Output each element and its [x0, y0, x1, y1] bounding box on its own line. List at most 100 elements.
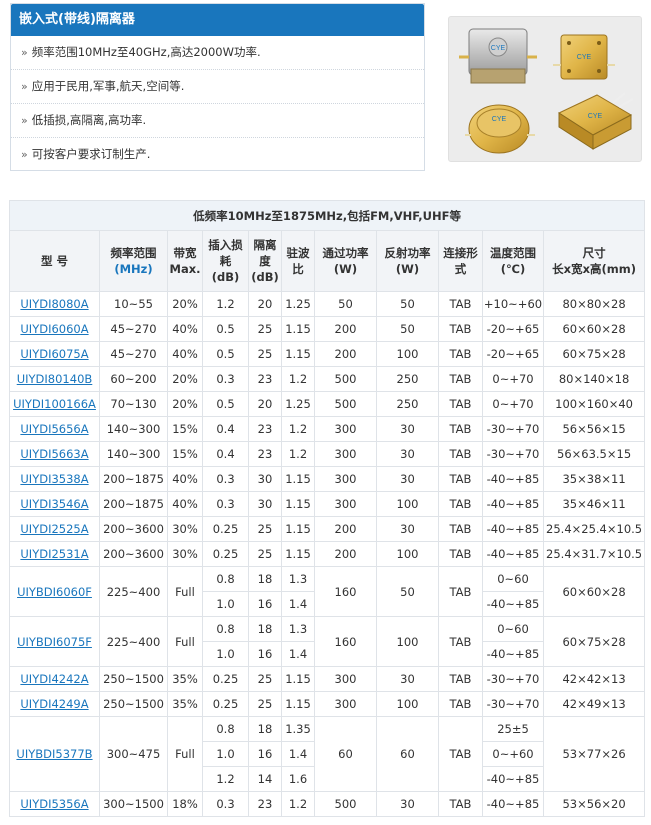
table-cell: 100×160×40 [542, 391, 646, 417]
table-row: UIYDI3538A 200~1875 40% 0.3 30 1.15 300 30 TAB -4… [9, 466, 646, 492]
table-cell: -40~+85 [482, 466, 544, 492]
feature-panel: 嵌入式(带线)隔离器 » 频率范围10MHz至40GHz,高达2000W功率. »… [10, 3, 425, 171]
table-cell: 23 [248, 791, 282, 817]
table-row: UIYDI3546A 200~1875 40% 0.3 30 1.15 300 100 TAB -… [9, 491, 646, 517]
model-link[interactable]: UIYDI5656A [20, 422, 88, 436]
table-cell: 35×38×11 [542, 466, 646, 492]
feature-item: » 可按客户要求订制生产. [21, 147, 151, 161]
spec-table-grid: 低频率10MHz至1875MHz,包括FM,VHF,UHF等 型 号 频率范围(… [8, 200, 646, 817]
table-cell: Full [167, 566, 203, 617]
table-cell: 30 [376, 666, 439, 692]
table-cell: -40~+85 [482, 516, 544, 542]
table-cell: 30 [248, 466, 282, 492]
table-cell: 20% [167, 366, 203, 392]
table-cell: 1.4 [281, 741, 315, 767]
model-link[interactable]: UIYDI3546A [20, 497, 88, 511]
table-cell: +10~+60 [482, 291, 544, 317]
svg-text:CYE: CYE [577, 54, 592, 61]
table-cell: 0.25 [202, 516, 249, 542]
table-cell: 30% [167, 516, 203, 542]
model-link[interactable]: UIYBDI6060F [17, 585, 92, 599]
table-cell: 300 [314, 466, 377, 492]
table-cell: Full [167, 616, 203, 667]
feature-item: » 低插损,高隔离,高功率. [11, 104, 424, 138]
table-row: UIYDI6075A 45~270 40% 0.5 25 1.15 200 100 TAB -20… [9, 341, 646, 367]
col-header-freq: 频率范围 (MHz) [99, 230, 168, 292]
table-cell: 250~1500 [99, 691, 168, 717]
table-cell: 40% [167, 466, 203, 492]
table-cell: 1.15 [281, 516, 315, 542]
table-cell: -40~+85 [482, 541, 544, 567]
table-cell: 30 [248, 491, 282, 517]
model-link[interactable]: UIYDI4242A [20, 672, 88, 686]
table-cell: 1.2 [202, 766, 249, 792]
table-cell: 0.3 [202, 491, 249, 517]
model-link[interactable]: UIYDI2531A [20, 547, 88, 561]
table-cell: 35% [167, 666, 203, 692]
table-cell: 200 [314, 316, 377, 342]
model-link[interactable]: UIYDI100166A [13, 397, 96, 411]
double-chevron-icon: » [21, 46, 28, 59]
table-cell: 140~300 [99, 416, 168, 442]
table-cell: TAB [438, 491, 483, 517]
table-cell: 60 [314, 716, 377, 792]
table-row: UIYDI100166A 70~130 20% 0.5 20 1.25 500 250 TAB 0… [9, 391, 646, 417]
table-cell: 60~200 [99, 366, 168, 392]
spec-table: 低频率10MHz至1875MHz,包括FM,VHF,UHF等 型 号 频率范围(… [8, 200, 646, 817]
table-cell: 25.4×31.7×10.5 [542, 541, 646, 567]
table-cell: TAB [438, 441, 483, 467]
feature-item: » 频率范围10MHz至40GHz,高达2000W功率. [11, 36, 424, 70]
table-cell: -30~+70 [482, 416, 544, 442]
cell-model: UIYDI3538A [9, 466, 100, 492]
table-cell: TAB [438, 566, 483, 617]
table-cell: TAB [438, 791, 483, 817]
model-link[interactable]: UIYDI2525A [20, 522, 88, 536]
table-cell: 16 [248, 741, 282, 767]
table-cell: TAB [438, 541, 483, 567]
table-cell: TAB [438, 716, 483, 792]
table-cell: TAB [438, 691, 483, 717]
table-cell: 30 [376, 441, 439, 467]
table-cell: 20% [167, 391, 203, 417]
isolator-gold-angled: CYE [557, 92, 634, 150]
model-link[interactable]: UIYDI5663A [20, 447, 88, 461]
table-cell: 0.8 [202, 716, 249, 742]
table-cell: TAB [438, 616, 483, 667]
table-cell: 53×56×20 [542, 791, 646, 817]
model-link[interactable]: UIYDI6060A [20, 322, 88, 336]
table-cell: 30 [376, 791, 439, 817]
product-photo: CYE CYE CYE CYE [459, 28, 634, 154]
svg-text:CYE: CYE [491, 45, 506, 52]
table-cell: 200~3600 [99, 516, 168, 542]
table-cell: 200~1875 [99, 491, 168, 517]
table-cell: 23 [248, 366, 282, 392]
model-link[interactable]: UIYBDI6075F [17, 635, 92, 649]
cell-model: UIYDI5663A [9, 441, 100, 467]
col-header-isolation: 隔离度 (dB) [248, 230, 282, 292]
table-cell: 14 [248, 766, 282, 792]
cell-model: UIYDI2531A [9, 541, 100, 567]
table-cell: 0.3 [202, 791, 249, 817]
model-link[interactable]: UIYDI80140B [17, 372, 93, 386]
table-cell: 0.8 [202, 616, 249, 642]
table-cell: -40~+85 [482, 766, 544, 792]
model-link[interactable]: UIYDI8080A [20, 297, 88, 311]
table-cell: 300 [314, 491, 377, 517]
col-header-model: 型 号 [9, 230, 100, 292]
table-cell: 160 [314, 616, 377, 667]
model-link[interactable]: UIYBDI5377B [16, 747, 92, 761]
model-link[interactable]: UIYDI6075A [20, 347, 88, 361]
cell-model: UIYDI100166A [9, 391, 100, 417]
table-cell: 1.2 [281, 366, 315, 392]
table-cell: -30~+70 [482, 691, 544, 717]
table-cell: 60×75×28 [542, 616, 646, 667]
col-header-insertion-loss: 插入损耗 (dB) [202, 230, 249, 292]
table-cell: 225~400 [99, 566, 168, 617]
table-cell: 0.8 [202, 566, 249, 592]
model-link[interactable]: UIYDI5356A [20, 797, 88, 811]
table-cell: 10~55 [99, 291, 168, 317]
table-row: UIYDI80140B 60~200 20% 0.3 23 1.2 500 250 TAB 0~+… [9, 366, 646, 392]
table-cell: 1.15 [281, 691, 315, 717]
model-link[interactable]: UIYDI4249A [20, 697, 88, 711]
model-link[interactable]: UIYDI3538A [20, 472, 88, 486]
